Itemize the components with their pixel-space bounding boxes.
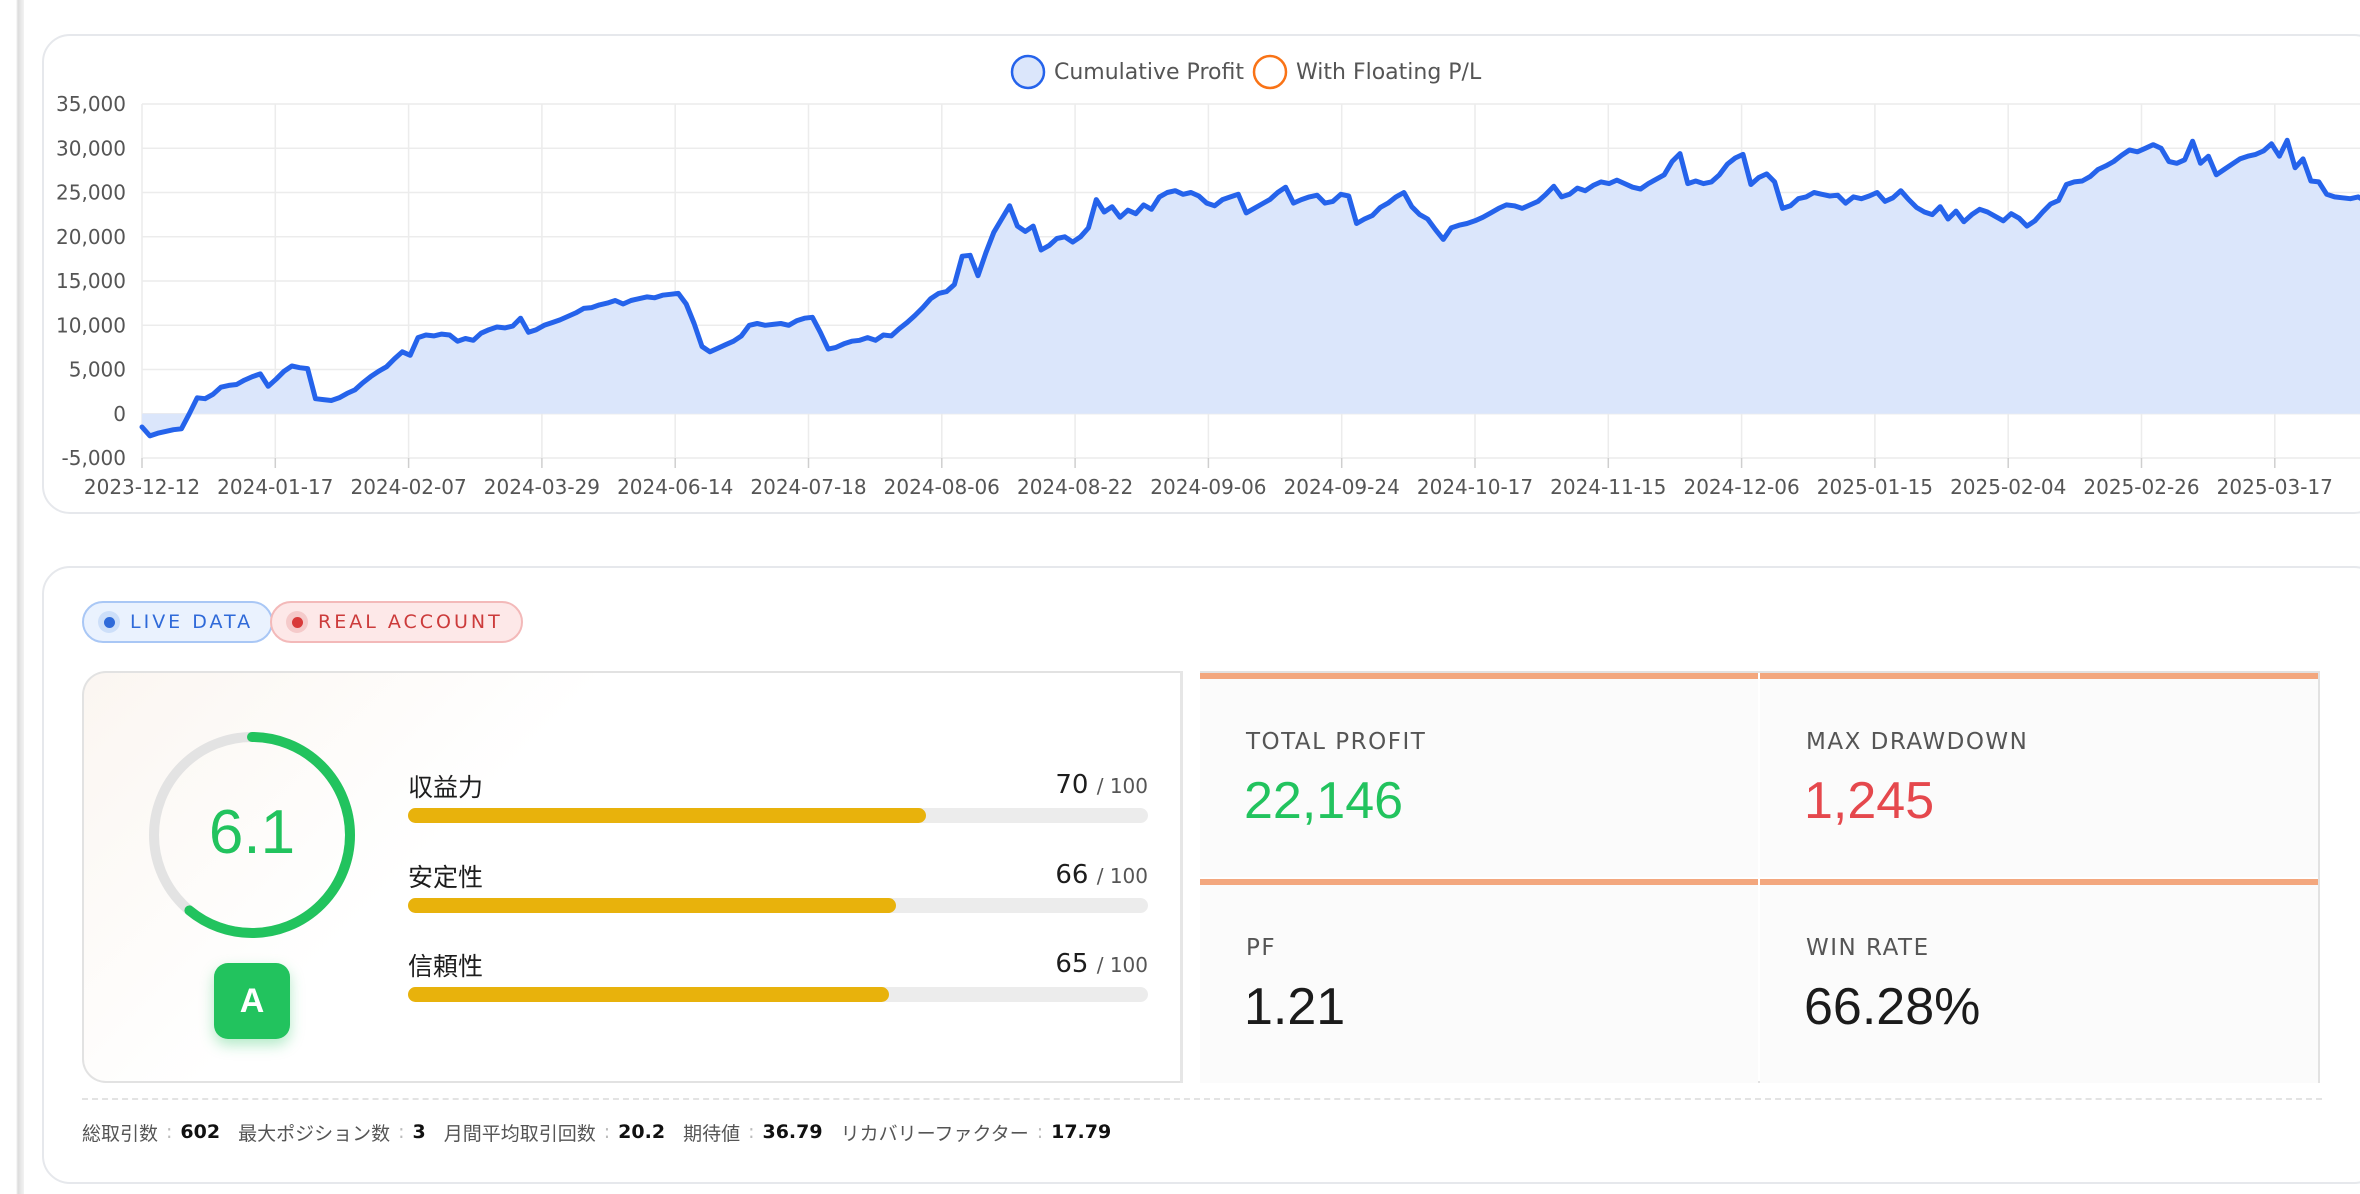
stat-accent-bar [1760, 879, 2318, 885]
stat-label: TOTAL PROFIT [1246, 729, 1427, 755]
stats-grid: TOTAL PROFIT 22,146 MAX DRAWDOWN 1,245 P… [1200, 671, 2320, 1083]
y-tick-label: 5,000 [69, 358, 126, 382]
stat-win-rate: WIN RATE 66.28% [1760, 879, 2318, 1083]
stat-accent-bar [1200, 673, 1758, 679]
metric-label: 安定性 [408, 863, 484, 892]
metric-stability: 安定性 66 / 100 [408, 858, 1148, 918]
metric-fill [408, 808, 926, 823]
y-tick-label: 30,000 [56, 136, 126, 160]
footer-total-trades: 総取引数:602 [82, 1121, 221, 1145]
y-tick-label: 35,000 [56, 92, 126, 116]
metric-value: 65 / 100 [1055, 949, 1148, 979]
metric-fill [408, 898, 897, 913]
metric-fill [408, 987, 889, 1002]
legend-swatch [1010, 54, 1046, 90]
metric-track [408, 987, 1148, 1002]
stat-accent-bar [1200, 879, 1758, 885]
real-dot-icon [286, 611, 308, 633]
x-tick-label: 2024-12-06 [1683, 475, 1799, 499]
y-tick-label: -5,000 [62, 446, 126, 470]
metric-value: 66 / 100 [1055, 860, 1148, 890]
stat-accent-bar [1760, 673, 2318, 679]
stat-pf: PF 1.21 [1200, 879, 1758, 1083]
x-tick-label: 2024-08-06 [884, 475, 1000, 499]
metric-profitability: 収益力 70 / 100 [408, 768, 1148, 828]
footer-monthly-trades: 月間平均取引回数:20.2 [443, 1121, 666, 1145]
live-data-badge: LIVE DATA [82, 601, 274, 643]
stat-label: WIN RATE [1806, 935, 1930, 961]
metric-label: 収益力 [408, 773, 484, 802]
x-tick-label: 2025-01-15 [1817, 475, 1933, 499]
stat-max-drawdown: MAX DRAWDOWN 1,245 [1760, 673, 2318, 877]
x-tick-label: 2024-07-18 [750, 475, 866, 499]
score-value: 6.1 [209, 798, 295, 867]
x-tick-label: 2024-09-06 [1150, 475, 1266, 499]
real-account-badge: REAL ACCOUNT [270, 601, 523, 643]
metric-label: 信頼性 [408, 952, 484, 981]
stat-label: MAX DRAWDOWN [1806, 729, 2029, 755]
chart-area-layer [139, 137, 2360, 439]
legend-swatch [1252, 54, 1288, 90]
x-tick-label: 2024-11-15 [1550, 475, 1666, 499]
stat-label: PF [1246, 935, 1277, 961]
footer-expectancy: 期待値:36.79 [683, 1121, 823, 1145]
y-tick-label: 25,000 [56, 181, 126, 205]
score-gauge: 6.1 [149, 732, 355, 938]
stat-value: 1,245 [1804, 772, 1935, 830]
x-tick-label: 2024-01-17 [217, 475, 333, 499]
footer-divider [82, 1098, 2322, 1100]
y-tick-label: 20,000 [56, 225, 126, 249]
cumulative-profit-area [142, 140, 2360, 436]
y-axis-ticks: 35,000 30,000 25,000 20,000 15,000 10,000 5,00… [56, 92, 126, 470]
metric-reliability: 信頼性 65 / 100 [408, 947, 1148, 1007]
chart-legend: Cumulative Profit With Floating P/L [1010, 54, 1482, 90]
x-tick-label: 2024-08-22 [1017, 475, 1133, 499]
y-tick-label: 10,000 [56, 313, 126, 337]
page-left-border [0, 0, 24, 1194]
live-data-label: LIVE DATA [130, 611, 254, 633]
live-dot-icon [98, 611, 120, 633]
legend-label: With Floating P/L [1296, 60, 1482, 85]
x-tick-label: 2025-02-26 [2083, 475, 2199, 499]
y-tick-label: 0 [113, 402, 126, 426]
x-tick-label: 2024-02-07 [350, 475, 466, 499]
legend-label: Cumulative Profit [1054, 60, 1244, 85]
x-tick-label: 2025-03-17 [2217, 475, 2333, 499]
footer-max-positions: 最大ポジション数:3 [238, 1121, 426, 1145]
grade-badge: A [214, 963, 290, 1039]
stat-value: 22,146 [1244, 772, 1404, 830]
metric-track [408, 898, 1148, 913]
x-tick-label: 2024-09-24 [1284, 475, 1400, 499]
metric-value: 70 / 100 [1055, 770, 1148, 800]
y-tick-label: 15,000 [56, 269, 126, 293]
stat-value: 1.21 [1244, 978, 1346, 1036]
stat-total-profit: TOTAL PROFIT 22,146 [1200, 673, 1758, 877]
footer-recovery-factor: リカバリーファクター:17.79 [840, 1121, 1112, 1145]
x-tick-label: 2024-10-17 [1417, 475, 1533, 499]
stats-footer: 総取引数:602 最大ポジション数:3 月間平均取引回数:20.2 期待値:36… [82, 1116, 1129, 1148]
divider [1180, 671, 1183, 1083]
x-axis-ticks: 2023-12-12 2024-01-17 2024-02-07 2024-03-29… [84, 475, 2333, 499]
x-tick-label: 2024-06-14 [617, 475, 733, 499]
equity-chart-card: 35,000 30,000 25,000 20,000 15,000 10,000 5,00… [42, 34, 2360, 514]
stat-value: 66.28% [1804, 978, 1981, 1036]
strategy-summary-card: LIVE DATA REAL ACCOUNT 6.1 A 収益力 70 / 10… [42, 566, 2360, 1184]
score-box: 6.1 A 収益力 70 / 100 安定性 66 / 100 信頼性 65 /… [82, 671, 1182, 1083]
equity-chart: 35,000 30,000 25,000 20,000 15,000 10,000 5,00… [56, 54, 2360, 499]
x-tick-label: 2023-12-12 [84, 475, 200, 499]
x-tick-label: 2025-02-04 [1950, 475, 2066, 499]
metric-track [408, 808, 1148, 823]
x-tick-label: 2024-03-29 [484, 475, 600, 499]
real-account-label: REAL ACCOUNT [318, 611, 503, 633]
